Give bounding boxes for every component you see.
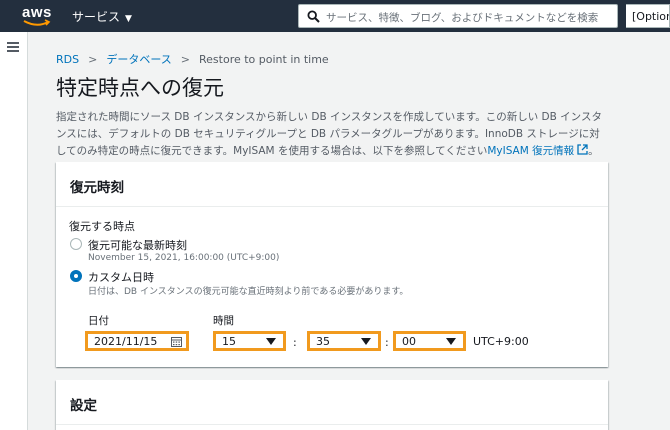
- breadcrumb: RDS > データベース > Restore to point in time: [56, 51, 329, 67]
- caret-down-icon: ▼: [125, 14, 132, 24]
- restore-time-heading: 復元時刻: [56, 162, 608, 207]
- search-icon: [307, 10, 320, 23]
- time-separator: :: [293, 336, 297, 349]
- smile-icon: [23, 19, 51, 26]
- chevron-right-icon: >: [88, 53, 98, 66]
- breadcrumb-current: Restore to point in time: [199, 53, 329, 66]
- custom-datetime-radio[interactable]: [70, 270, 82, 282]
- chevron-right-icon: >: [180, 53, 190, 66]
- external-link-icon: [577, 144, 588, 155]
- settings-heading: 設定: [56, 380, 608, 425]
- date-label: 日付: [88, 315, 109, 327]
- minute-value: 35: [316, 335, 330, 348]
- restore-point-label: 復元する時点: [69, 220, 135, 233]
- caret-down-icon: [446, 338, 456, 345]
- search-box[interactable]: サービス、特徴、ブログ、およびドキュメントなどを検索: [298, 4, 618, 28]
- hour-select[interactable]: 15: [213, 331, 286, 351]
- option-key-hint: [Option: [626, 4, 670, 28]
- minute-select[interactable]: 35: [307, 331, 381, 351]
- search-input[interactable]: サービス、特徴、ブログ、およびドキュメントなどを検索: [326, 10, 598, 25]
- timezone-label: UTC+9:00: [473, 335, 529, 348]
- breadcrumb-rds[interactable]: RDS: [56, 53, 79, 66]
- custom-datetime-label[interactable]: カスタム日時: [88, 269, 154, 285]
- second-value: 00: [402, 335, 416, 348]
- latest-time-description: November 15, 2021, 16:00:00 (UTC+9:00): [88, 253, 280, 263]
- breadcrumb-databases[interactable]: データベース: [106, 53, 171, 66]
- services-label: サービス: [72, 10, 121, 24]
- myisam-info-link[interactable]: MyISAM 復元情報: [487, 144, 588, 157]
- myisam-link-label: MyISAM 復元情報: [487, 145, 575, 157]
- menu-icon[interactable]: [7, 42, 19, 52]
- caret-down-icon: [266, 338, 276, 345]
- custom-datetime-description: 日付は、DB インスタンスの復元可能な直近時刻より前である必要があります。: [88, 287, 409, 297]
- date-input[interactable]: 2021/11/15: [85, 331, 189, 351]
- side-rail: [0, 32, 28, 430]
- page-title: 特定時点への復元: [56, 76, 224, 100]
- top-navigation: aws サービス ▼ サービス、特徴、ブログ、およびドキュメントなどを検索 [Op…: [0, 0, 670, 32]
- latest-time-radio[interactable]: [70, 238, 82, 250]
- time-label: 時間: [213, 315, 234, 327]
- hour-value: 15: [222, 335, 236, 348]
- restore-time-panel: 復元時刻 復元する時点 復元可能な最新時刻 November 15, 2021,…: [56, 162, 608, 367]
- caret-down-icon: [361, 338, 371, 345]
- page-description: 指定された時間にソース DB インスタンスから新しい DB インスタンスを作成し…: [56, 109, 608, 160]
- description-period: 。: [588, 145, 599, 157]
- aws-logo[interactable]: aws: [22, 4, 56, 28]
- services-menu[interactable]: サービス ▼: [72, 8, 132, 25]
- latest-time-label[interactable]: 復元可能な最新時刻: [88, 237, 187, 253]
- date-value: 2021/11/15: [94, 335, 158, 348]
- second-select[interactable]: 00: [393, 331, 466, 351]
- time-separator: :: [385, 336, 389, 349]
- settings-panel: 設定: [56, 380, 608, 430]
- calendar-icon[interactable]: [171, 337, 182, 347]
